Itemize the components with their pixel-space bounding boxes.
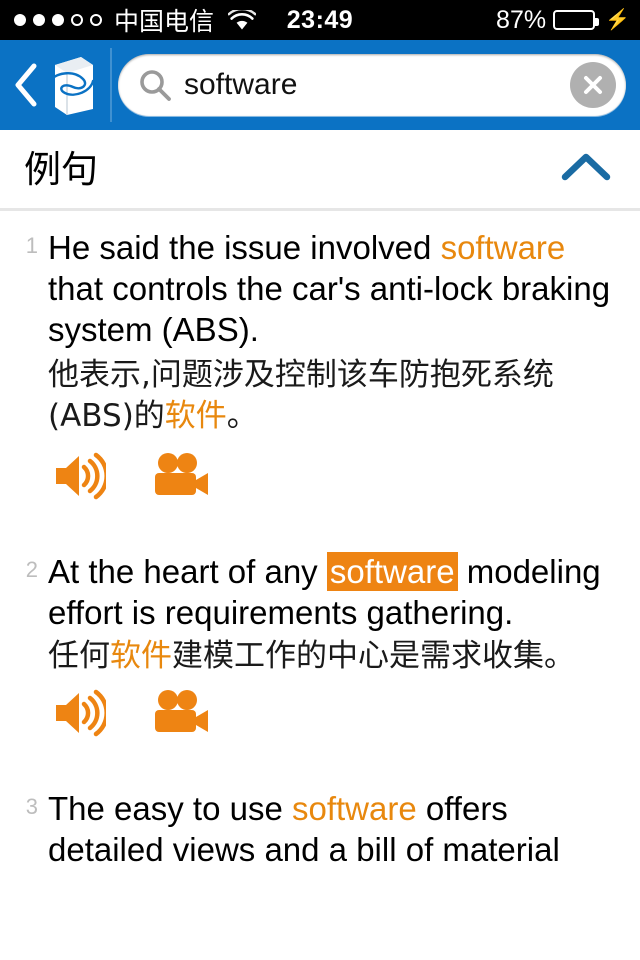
keyword-term-highlighted: software	[326, 552, 458, 591]
sentence-text: 他表示,问题涉及控制该车防抱死系统(ABS)的	[48, 357, 554, 434]
keyword-term: 软件	[110, 638, 172, 674]
keyword-term: software	[440, 229, 566, 266]
status-bar: 中国电信 23:49 87% ⚡	[0, 0, 640, 40]
example-spacer	[0, 513, 640, 535]
example-number: 1	[25, 233, 38, 258]
clear-search-button[interactable]	[570, 62, 616, 108]
close-icon	[584, 76, 602, 94]
example-actions	[48, 674, 624, 746]
example-number: 3	[25, 794, 38, 819]
example-number: 2	[25, 557, 38, 582]
sentence-text: The easy to use	[48, 790, 292, 827]
status-bar-right: 87% ⚡	[496, 0, 630, 40]
keyword-term: software	[291, 790, 417, 827]
book-logo-icon	[47, 57, 95, 115]
example-sentence-zh: 他表示,问题涉及控制该车防抱死系统(ABS)的软件。	[48, 355, 624, 437]
sentence-text: that controls the car's anti-lock brakin…	[48, 270, 611, 348]
sentence-text: 任何	[48, 638, 110, 674]
example-row: 2 At the heart of any software modeling e…	[18, 551, 624, 746]
search-icon	[140, 70, 171, 101]
back-chevron-icon	[15, 63, 37, 107]
play-audio-button[interactable]	[52, 451, 106, 501]
speaker-audio-icon	[56, 689, 106, 737]
example-row: 1 He said the issue involved software tha…	[18, 227, 624, 509]
collapse-section-button[interactable]	[554, 145, 618, 194]
video-camera-icon	[155, 453, 208, 495]
example-sentence-en: He said the issue involved software that…	[48, 227, 624, 350]
example-sentence-list: 1 He said the issue involved software tha…	[0, 211, 640, 874]
sentence-text: He said the issue involved	[48, 229, 441, 266]
example-actions	[48, 437, 624, 509]
sentence-text: 。	[226, 398, 258, 434]
section-header[interactable]: 例句	[0, 130, 640, 208]
sentence-text: 建模工作的中心是需求收集。	[172, 638, 575, 674]
example-sentence-en: At the heart of any software modeling ef…	[48, 551, 624, 633]
play-video-button[interactable]	[152, 451, 210, 501]
example-row: 3 The easy to use software offers detaile…	[18, 788, 624, 870]
play-video-button[interactable]	[152, 688, 210, 738]
video-camera-icon	[155, 690, 208, 732]
back-and-logo-button[interactable]	[0, 40, 112, 130]
sentence-text: At the heart of any	[48, 553, 327, 590]
battery-percent-label: 87%	[496, 5, 547, 34]
search-input-value[interactable]: software	[184, 70, 570, 100]
example-body: At the heart of any software modeling ef…	[48, 551, 624, 746]
example-item[interactable]: 3 The easy to use software offers detaile…	[0, 772, 640, 874]
example-sentence-en: The easy to use software offers detailed…	[48, 788, 624, 870]
example-spacer	[0, 750, 640, 772]
section-title: 例句	[24, 148, 98, 190]
example-body: He said the issue involved software that…	[48, 227, 624, 509]
chevron-up-icon	[561, 153, 611, 180]
example-body: The easy to use software offers detailed…	[48, 788, 624, 870]
charging-bolt-icon: ⚡	[605, 9, 630, 31]
app-header: software	[0, 40, 640, 130]
speaker-audio-icon	[56, 452, 106, 500]
play-audio-button[interactable]	[52, 688, 106, 738]
example-item[interactable]: 1 He said the issue involved software tha…	[0, 211, 640, 513]
example-item[interactable]: 2 At the heart of any software modeling e…	[0, 535, 640, 750]
battery-icon	[553, 10, 600, 30]
example-sentence-zh: 任何软件建模工作的中心是需求收集。	[48, 638, 624, 674]
keyword-term: 软件	[164, 398, 227, 434]
search-field[interactable]: software	[118, 54, 626, 116]
